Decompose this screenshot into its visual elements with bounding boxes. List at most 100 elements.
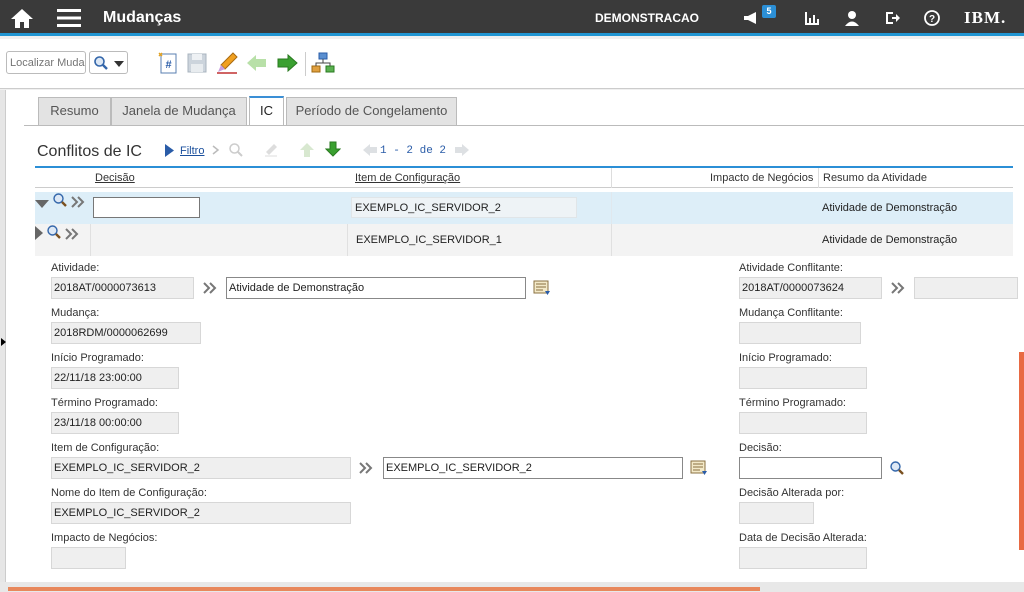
chevron-down-icon [114, 61, 124, 67]
filter-arrow-icon [165, 144, 174, 157]
search-icon [94, 56, 108, 70]
expand-row-icon[interactable] [35, 226, 43, 240]
table-row[interactable]: EXEMPLO_IC_SERVIDOR_1 Atividade de Demon… [35, 224, 1013, 256]
decisao-input[interactable] [739, 457, 882, 479]
inicio-programado-conflitante-field [739, 367, 867, 389]
nome-item-field: EXEMPLO_IC_SERVIDOR_2 [51, 502, 351, 524]
top-bar: Mudanças DEMONSTRACAO 5 ? IBM. [0, 0, 1024, 36]
collapse-row-icon[interactable] [35, 200, 49, 208]
search-options-button[interactable] [89, 51, 128, 74]
column-item-de-configuracao[interactable]: Item de Configuração [355, 172, 460, 184]
tab-periodo-de-congelamento[interactable]: Período de Congelamento [286, 97, 457, 125]
decision-lookup-icon[interactable] [52, 192, 68, 208]
termino-programado-conflitante-label: Término Programado: [739, 397, 846, 409]
mudanca-conflitante-label: Mudança Conflitante: [739, 307, 843, 319]
workflow-icon[interactable] [311, 51, 335, 75]
decision-input[interactable] [93, 197, 200, 218]
data-decisao-label: Data de Decisão Alterada: [739, 532, 867, 544]
atividade-label: Atividade: [51, 262, 100, 274]
item-de-configuracao-field: EXEMPLO_IC_SERVIDOR_2 [51, 457, 351, 479]
move-down-icon[interactable] [325, 141, 341, 157]
atividade-conflitante-field: 2018AT/0000073624 [739, 277, 882, 299]
section-title: Conflitos de IC [37, 143, 142, 160]
reports-icon[interactable] [803, 9, 821, 27]
filter-chevron-icon [212, 145, 220, 155]
table-header: Decisão Item de Configuração Impacto de … [35, 166, 1013, 188]
scrollbar-thumb[interactable] [8, 587, 760, 591]
table-row[interactable]: EXEMPLO_IC_SERVIDOR_2 Atividade de Demon… [35, 192, 1013, 224]
item-de-configuracao-label: Item de Configuração: [51, 442, 160, 454]
go-to-conflicting-activity-icon[interactable] [891, 282, 905, 294]
save-icon[interactable] [185, 51, 209, 75]
data-decisao-field [739, 547, 867, 569]
pagination-text: 1 - 2 de 2 [380, 145, 447, 157]
hamburger-menu-icon[interactable] [57, 8, 81, 28]
column-resumo-da-atividade: Resumo da Atividade [823, 172, 927, 184]
tab-resumo[interactable]: Resumo [38, 97, 111, 125]
horizontal-scrollbar[interactable] [0, 582, 1024, 592]
termino-programado-label: Término Programado: [51, 397, 158, 409]
decision-lookup-icon[interactable] [889, 460, 905, 476]
long-description-icon[interactable] [690, 460, 708, 476]
atividade-field: 2018AT/0000073613 [51, 277, 194, 299]
column-impacto-de-negocios: Impacto de Negócios [710, 172, 814, 184]
termino-programado-field: 23/11/18 00:00:00 [51, 412, 179, 434]
inicio-programado-field: 22/11/18 23:00:00 [51, 367, 179, 389]
next-record-icon[interactable] [275, 51, 299, 75]
move-up-icon[interactable] [299, 142, 315, 158]
previous-page-icon[interactable] [362, 143, 378, 157]
go-to-ci-icon[interactable] [65, 228, 79, 240]
table-search-icon[interactable] [228, 142, 244, 158]
activity-summary: Atividade de Demonstração [822, 234, 958, 246]
app-title: Mudanças [103, 9, 182, 26]
tab-ic[interactable]: IC [249, 96, 284, 126]
help-icon[interactable]: ? [923, 9, 941, 27]
toolbar-separator [305, 52, 306, 76]
ci-value: EXEMPLO_IC_SERVIDOR_1 [356, 234, 502, 246]
impacto-negocios-field [51, 547, 126, 569]
tab-divider [24, 125, 1024, 126]
mudanca-conflitante-field [739, 322, 861, 344]
notification-badge: 5 [762, 5, 776, 18]
decisao-alterada-label: Decisão Alterada por: [739, 487, 845, 499]
impacto-negocios-label: Impacto de Negócios: [51, 532, 158, 544]
broadcast-icon[interactable] [742, 9, 760, 27]
column-divider [611, 224, 612, 256]
home-icon[interactable] [10, 7, 34, 29]
previous-record-icon[interactable] [245, 51, 269, 75]
ibm-logo: IBM. [964, 8, 1007, 27]
atividade-conflitante-description [914, 277, 1018, 299]
column-divider [818, 168, 819, 188]
long-description-icon[interactable] [533, 280, 551, 296]
column-divider [90, 224, 91, 256]
decisao-label: Decisão: [739, 442, 782, 454]
vertical-scrollbar[interactable] [1019, 352, 1024, 550]
go-to-ci-icon[interactable] [359, 462, 373, 474]
activity-summary: Atividade de Demonstração [822, 202, 958, 214]
filter-link[interactable]: Filtro [180, 145, 204, 157]
inicio-programado-label: Início Programado: [51, 352, 144, 364]
clear-filter-icon[interactable] [263, 142, 279, 158]
column-decisao[interactable]: Decisão [95, 172, 135, 184]
atividade-description-field[interactable]: Atividade de Demonstração [226, 277, 526, 299]
inicio-programado-conflitante-label: Início Programado: [739, 352, 832, 364]
user-profile-icon[interactable] [843, 9, 861, 27]
search-input[interactable] [6, 51, 86, 74]
new-record-icon[interactable]: # [156, 51, 180, 75]
clear-changes-icon[interactable] [215, 51, 239, 75]
svg-text:?: ? [929, 14, 935, 25]
column-divider [347, 224, 348, 256]
next-page-icon[interactable] [454, 143, 470, 157]
go-to-ci-icon[interactable] [71, 196, 85, 208]
item-description-field[interactable]: EXEMPLO_IC_SERVIDOR_2 [383, 457, 683, 479]
tab-janela-de-mudanca[interactable]: Janela de Mudança [111, 97, 247, 125]
mudanca-field: 2018RDM/0000062699 [51, 322, 201, 344]
go-to-activity-icon[interactable] [203, 282, 217, 294]
decisao-alterada-field [739, 502, 814, 524]
svg-text:#: # [165, 59, 171, 71]
sign-out-icon[interactable] [883, 9, 901, 27]
organization-name: DEMONSTRACAO [595, 11, 699, 25]
decision-lookup-icon[interactable] [46, 224, 62, 240]
mudanca-label: Mudança: [51, 307, 100, 319]
nome-item-label: Nome do Item de Configuração: [51, 487, 207, 499]
